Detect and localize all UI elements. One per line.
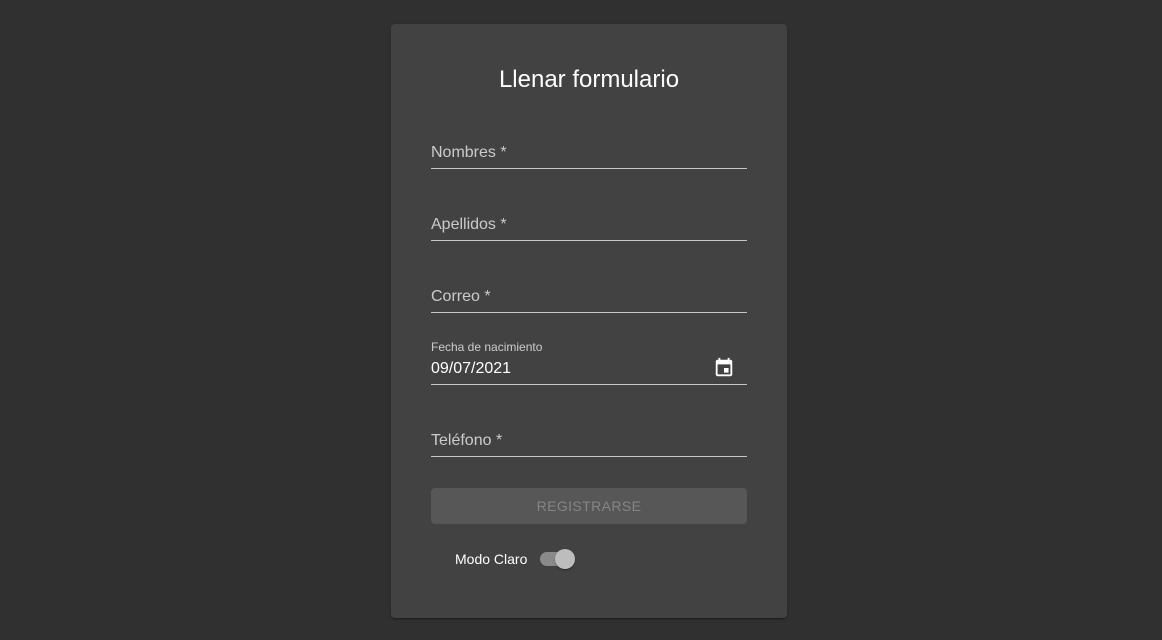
modo-claro-switch[interactable] (539, 548, 576, 570)
fecha-nacimiento-field[interactable]: Fecha de nacimiento 09/07/2021 (431, 340, 747, 385)
nombres-label: Nombres * (431, 144, 507, 161)
registrarse-button[interactable]: REGISTRARSE (431, 488, 747, 524)
form-title: Llenar formulario (498, 66, 680, 93)
correo-field[interactable]: Correo * (431, 272, 747, 313)
correo-label: Correo * (431, 288, 491, 305)
fecha-nacimiento-value: 09/07/2021 (431, 360, 512, 377)
telefono-field[interactable]: Teléfono * (431, 416, 747, 457)
calendar-icon[interactable] (713, 357, 735, 379)
modo-claro-label: Modo Claro (455, 551, 528, 567)
apellidos-field[interactable]: Apellidos * (431, 200, 747, 241)
switch-thumb[interactable] (555, 549, 576, 569)
nombres-field[interactable]: Nombres * (431, 128, 747, 169)
telefono-label: Teléfono * (431, 432, 503, 449)
fecha-nacimiento-label: Fecha de nacimiento (431, 340, 543, 354)
apellidos-label: Apellidos * (431, 216, 507, 233)
theme-toggle-row: Modo Claro (455, 548, 576, 570)
form-card: Llenar formulario Nombres * Apellidos * … (391, 24, 787, 618)
